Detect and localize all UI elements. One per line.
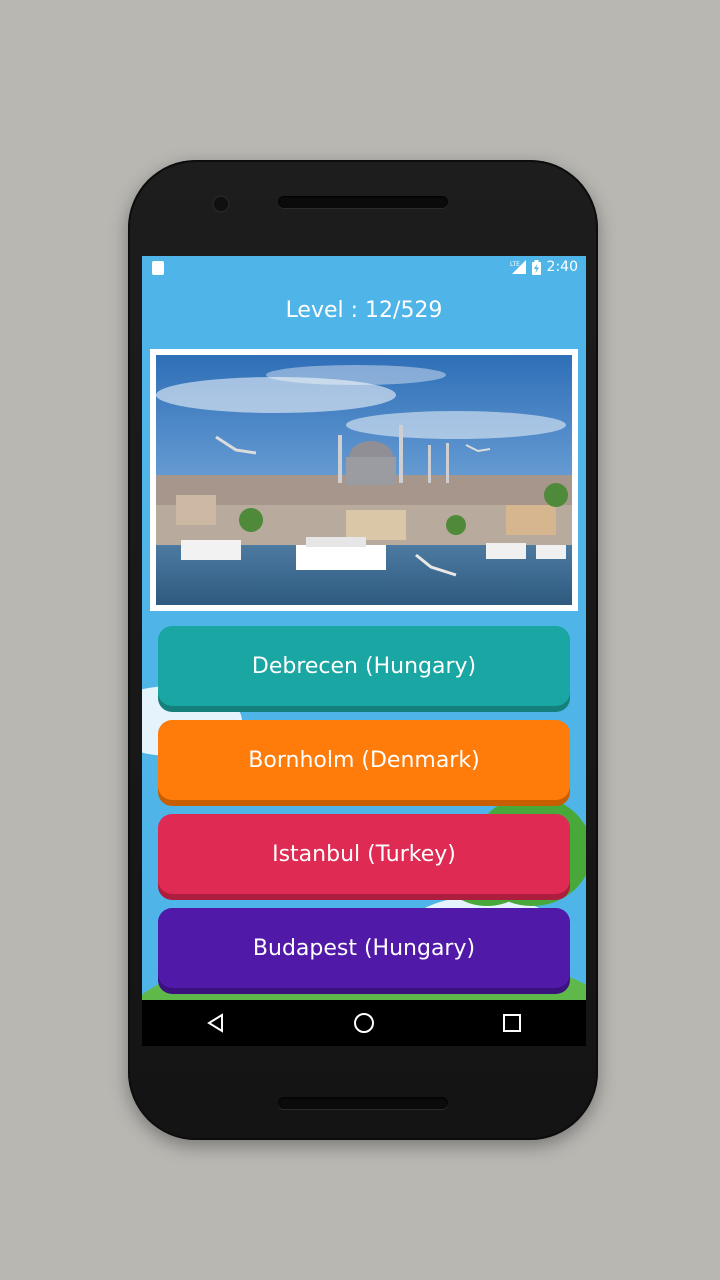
- question-photo-frame: [150, 349, 578, 611]
- answer-button-1[interactable]: Debrecen (Hungary): [158, 626, 570, 706]
- sd-card-icon: [152, 261, 164, 275]
- navigation-bar: [142, 1000, 586, 1046]
- battery-charging-icon: [531, 259, 541, 275]
- level-indicator: Level : 12/529: [285, 298, 443, 323]
- answer-button-4[interactable]: Budapest (Hungary): [158, 908, 570, 988]
- signal-lte-icon: LTE: [510, 260, 526, 274]
- app-screen: LTE 2:40 Level : 12/529 Debrecen (Hungar…: [142, 256, 586, 1046]
- top-speaker: [278, 196, 448, 208]
- recents-icon[interactable]: [492, 1003, 532, 1043]
- status-time: 2:40: [546, 259, 578, 275]
- answer-button-2[interactable]: Bornholm (Denmark): [158, 720, 570, 800]
- back-icon[interactable]: [196, 1003, 236, 1043]
- bottom-speaker: [278, 1097, 448, 1109]
- status-bar: LTE 2:40: [142, 256, 586, 282]
- svg-text:LTE: LTE: [510, 261, 520, 268]
- home-icon[interactable]: [344, 1003, 384, 1043]
- answer-button-3[interactable]: Istanbul (Turkey): [158, 814, 570, 894]
- front-camera: [214, 197, 228, 211]
- city-photo: [156, 355, 572, 605]
